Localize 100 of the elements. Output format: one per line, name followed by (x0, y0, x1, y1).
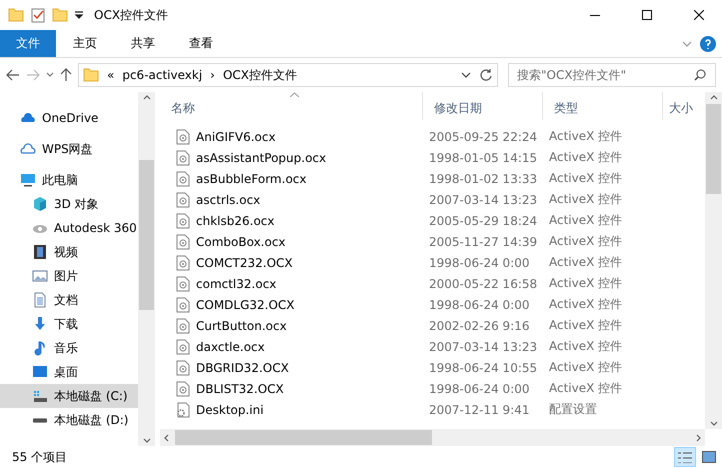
scroll-down-icon[interactable] (710, 421, 718, 427)
refresh-icon[interactable] (479, 68, 493, 82)
computer-icon (20, 172, 36, 188)
nav-item[interactable]: WPS网盘 (0, 137, 138, 161)
file-name[interactable]: asBubbleForm.ocx (160, 170, 422, 186)
details-view-button[interactable] (674, 447, 696, 467)
file-icon (176, 128, 190, 144)
scrollbar[interactable] (705, 92, 722, 429)
nav-item[interactable]: 3D 对象 (0, 192, 138, 216)
file-icon (176, 338, 190, 354)
search-field[interactable]: 搜索"OCX控件文件" (508, 63, 716, 87)
folder-icon (8, 8, 24, 22)
up-icon[interactable] (60, 68, 72, 82)
cube-icon (32, 196, 48, 212)
file-icon (176, 296, 190, 312)
scroll-right-icon[interactable] (696, 434, 702, 442)
file-name[interactable]: DBGRID32.OCX (160, 360, 422, 376)
scroll-down-icon[interactable] (142, 438, 150, 444)
breadcrumb[interactable]: OCX控件文件 (222, 66, 298, 84)
document-icon (32, 292, 48, 308)
scrollbar[interactable] (160, 429, 705, 446)
nav-item[interactable]: OneDrive (0, 106, 138, 130)
nav-item[interactable]: 本地磁盘 (D:) (0, 408, 138, 432)
column-header[interactable]: 类型 (542, 92, 662, 120)
file-name[interactable]: chklsb26.ocx (160, 212, 422, 228)
file-icon (176, 234, 190, 250)
desktop-icon (32, 364, 48, 380)
nav-item[interactable]: 此电脑 (0, 168, 138, 192)
caret-icon[interactable] (74, 10, 84, 20)
properties-icon[interactable] (30, 7, 46, 23)
scroll-up-icon[interactable] (710, 94, 718, 100)
scrollbar-thumb[interactable] (175, 430, 432, 445)
window-title: OCX控件文件 (94, 6, 170, 24)
file-name[interactable]: CurtButton.ocx (160, 318, 422, 334)
nav-item[interactable]: 图片 (0, 264, 138, 288)
recent-locations-icon[interactable] (46, 71, 54, 79)
file-type: ActiveX 控件 (548, 233, 624, 250)
close-icon (694, 10, 704, 20)
file-name[interactable]: AniGIFV6.ocx (160, 128, 422, 144)
file-name[interactable]: asctrls.ocx (160, 192, 422, 208)
file-type: ActiveX 控件 (548, 275, 624, 292)
file-icon (176, 170, 190, 186)
file-name[interactable]: asAssistantPopup.ocx (160, 150, 422, 166)
file-type: ActiveX 控件 (548, 296, 624, 313)
file-icon (176, 192, 190, 208)
file-type: ActiveX 控件 (548, 254, 624, 271)
modified-date: 2002-02-26 9:16 (428, 318, 530, 332)
nav-item[interactable]: 文档 (0, 288, 138, 312)
minimize-icon (590, 14, 600, 16)
sort-ascending-icon (290, 92, 299, 97)
file-type: 配置设置 (548, 401, 598, 418)
modified-date: 1998-06-24 0:00 (428, 256, 530, 270)
file-name[interactable]: comctl32.ocx (160, 276, 422, 292)
modified-date: 1998-06-24 0:00 (428, 298, 530, 312)
file-type: ActiveX 控件 (548, 380, 624, 397)
nav-item[interactable]: 本地磁盘 (C:) (0, 384, 138, 408)
file-name[interactable]: ComboBox.ocx (160, 234, 422, 250)
breadcrumb[interactable]: pc6-activexkj (122, 68, 202, 82)
film-icon (32, 244, 48, 260)
nav-item[interactable]: 视频 (0, 240, 138, 264)
nav-item[interactable]: 下载 (0, 312, 138, 336)
help-icon[interactable] (700, 36, 716, 52)
modified-date: 2007-03-14 13:23 (428, 340, 538, 354)
file-name[interactable]: daxctle.ocx (160, 338, 422, 354)
expand-ribbon-icon[interactable] (682, 38, 692, 48)
modified-date: 2005-11-27 14:39 (428, 234, 538, 248)
column-header[interactable]: 名称 (160, 92, 422, 120)
modified-date: 2000-05-22 16:58 (428, 276, 538, 290)
file-name[interactable]: COMCT232.OCX (160, 254, 422, 270)
new-folder-icon (52, 8, 68, 22)
column-header[interactable]: 修改日期 (422, 92, 542, 120)
path-separator[interactable]: › (210, 68, 215, 82)
nav-item[interactable]: 桌面 (0, 360, 138, 384)
file-type: ActiveX 控件 (548, 317, 624, 334)
ribbon-tab[interactable]: 文件 (0, 30, 56, 57)
music-icon (32, 340, 48, 356)
file-name[interactable]: DBLIST32.OCX (160, 380, 422, 396)
nav-item[interactable]: Autodesk 360 (0, 216, 138, 240)
overflow-chevron[interactable]: « (107, 68, 114, 82)
file-type: ActiveX 控件 (548, 359, 624, 376)
settings-file-icon (176, 402, 190, 418)
file-icon (176, 380, 190, 396)
file-name[interactable]: Desktop.ini (160, 402, 422, 418)
scrollbar[interactable] (138, 92, 155, 446)
file-icon (176, 276, 190, 292)
file-name[interactable]: COMDLG32.OCX (160, 296, 422, 312)
nav-item[interactable]: 音乐 (0, 336, 138, 360)
drive-icon (33, 418, 47, 422)
modified-date: 2005-05-29 18:24 (428, 214, 538, 228)
file-icon (176, 360, 190, 376)
scrollbar-thumb[interactable] (706, 104, 721, 194)
modified-date: 1998-01-05 14:15 (428, 150, 538, 164)
scroll-left-icon[interactable] (163, 434, 169, 442)
scrollbar-thumb[interactable] (139, 160, 154, 310)
item-count: 55 个项目 (12, 448, 68, 466)
dropdown-icon[interactable] (461, 70, 471, 80)
back-icon[interactable] (6, 69, 20, 81)
scroll-up-icon[interactable] (142, 94, 150, 100)
image-icon (32, 268, 48, 284)
file-type: ActiveX 控件 (548, 338, 624, 355)
